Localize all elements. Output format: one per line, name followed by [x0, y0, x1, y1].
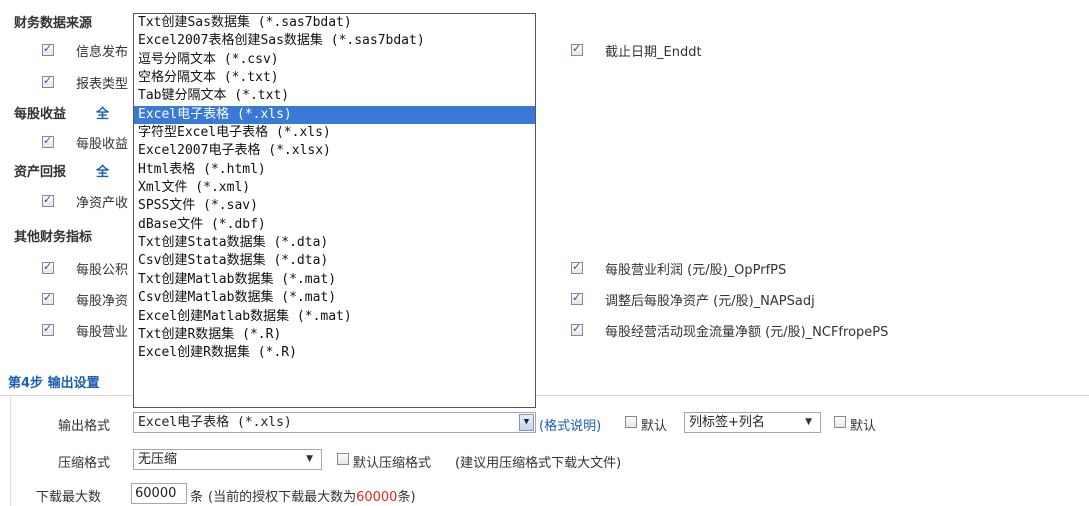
output-format-dropdown-list[interactable]: Txt创建Sas数据集 (*.sas7bdat) Excel2007表格创建Sas…: [133, 13, 536, 408]
chevron-down-icon: ▼: [306, 454, 313, 464]
default-format-checkbox[interactable]: [625, 416, 637, 428]
label-mode-value: 列标签+列名: [689, 415, 765, 430]
checkbox-label: 截止日期_Enddt: [605, 45, 702, 60]
checkbox-label: 每股营业利润 (元/股)_OpPrfPS: [605, 263, 787, 278]
dropdown-option[interactable]: Txt创建Matlab数据集 (*.mat): [134, 271, 535, 289]
checkbox-label: 调整后每股净资产 (元/股)_NAPSadj: [605, 294, 815, 309]
checkbox-eps[interactable]: [42, 134, 54, 148]
checkbox-enddt[interactable]: [571, 42, 583, 56]
output-format-select[interactable]: Excel电子表格 (*.xls) ▼: [133, 412, 536, 433]
checkbox-label: 每股公积: [76, 263, 129, 278]
dropdown-option[interactable]: Excel创建Matlab数据集 (*.mat): [134, 308, 535, 326]
compress-format-label: 压缩格式: [58, 456, 111, 471]
select-all-roa-link[interactable]: 全: [96, 161, 109, 180]
label-mode-select[interactable]: 列标签+列名 ▼: [684, 412, 821, 433]
checkbox-label: 每股净资: [76, 294, 129, 309]
checkbox-label: 每股经营活动现金流量净额 (元/股)_NCFfropePS: [605, 325, 889, 340]
dropdown-option[interactable]: Txt创建Stata数据集 (*.dta): [134, 234, 535, 252]
output-format-value: Excel电子表格 (*.xls): [138, 415, 292, 430]
select-all-eps-link[interactable]: 全: [96, 103, 109, 122]
checkbox-report-type[interactable]: [42, 74, 54, 88]
chevron-down-icon[interactable]: ▼: [519, 414, 534, 431]
dropdown-option[interactable]: Tab键分隔文本 (*.txt): [134, 87, 535, 105]
checkbox-info-publish[interactable]: [42, 42, 54, 56]
section-roa: 资产回报: [14, 165, 67, 180]
checkbox-label: 净资产收: [76, 196, 129, 211]
section-other: 其他财务指标: [14, 230, 93, 245]
dropdown-option[interactable]: Excel电子表格 (*.xls): [134, 105, 535, 125]
checkbox-capital-reserve[interactable]: [42, 260, 54, 274]
compress-format-select[interactable]: 无压缩 ▼: [133, 449, 322, 470]
dropdown-option[interactable]: dBase文件 (*.dbf): [134, 216, 535, 234]
step4-title: 第4步 输出设置: [8, 376, 100, 391]
dropdown-option[interactable]: Xml文件 (*.xml): [134, 179, 535, 197]
compress-hint: (建议用压缩格式下载大文件): [455, 456, 622, 471]
dropdown-option[interactable]: Csv创建Stata数据集 (*.dta): [134, 252, 535, 270]
default-label: 默认: [641, 419, 668, 434]
dropdown-option[interactable]: 字符型Excel电子表格 (*.xls): [134, 124, 535, 142]
default-compress-checkbox[interactable]: [337, 453, 349, 465]
dropdown-option[interactable]: Excel2007表格创建Sas数据集 (*.sas7bdat): [134, 32, 535, 50]
dropdown-option[interactable]: 逗号分隔文本 (*.csv): [134, 51, 535, 69]
checkbox-ncffropeps[interactable]: [571, 322, 583, 336]
checkbox-label: 信息发布: [76, 45, 129, 60]
max-download-label: 下载最大数: [36, 490, 102, 505]
section-financial-source: 财务数据来源: [14, 16, 93, 31]
max-note-number: 60000: [356, 490, 398, 505]
dropdown-option[interactable]: Html表格 (*.html): [134, 161, 535, 179]
dropdown-option[interactable]: Csv创建Matlab数据集 (*.mat): [134, 289, 535, 307]
checkbox-opprfps[interactable]: [571, 260, 583, 274]
format-help-link[interactable]: (格式说明): [539, 415, 601, 434]
compress-format-value: 无压缩: [138, 452, 178, 467]
dropdown-option[interactable]: 空格分隔文本 (*.txt): [134, 69, 535, 87]
dropdown-option[interactable]: Txt创建R数据集 (*.R): [134, 326, 535, 344]
max-note-prefix: (当前的授权下载最大数为: [208, 490, 357, 505]
checkbox-label: 每股收益: [76, 137, 129, 152]
section-eps: 每股收益: [14, 107, 67, 122]
checkbox-label: 每股营业: [76, 325, 129, 340]
dropdown-option[interactable]: Excel创建R数据集 (*.R): [134, 344, 535, 362]
dropdown-option[interactable]: SPSS文件 (*.sav): [134, 197, 535, 215]
chevron-down-icon: ▼: [805, 417, 812, 427]
max-note-suffix: 条): [397, 490, 416, 505]
default-compress-label: 默认压缩格式: [353, 456, 432, 471]
checkbox-roe[interactable]: [42, 193, 54, 207]
dropdown-option[interactable]: Excel2007电子表格 (*.xlsx): [134, 142, 535, 160]
output-format-label: 输出格式: [58, 419, 111, 434]
default-label-checkbox[interactable]: [834, 416, 846, 428]
max-download-input[interactable]: 60000: [131, 483, 187, 504]
checkbox-napsadj[interactable]: [571, 291, 583, 305]
checkbox-op-per-share[interactable]: [42, 322, 54, 336]
max-note: (当前的授权下载最大数为60000条): [208, 486, 416, 505]
dropdown-option[interactable]: Txt创建Sas数据集 (*.sas7bdat): [134, 14, 535, 32]
checkbox-label: 报表类型: [76, 77, 129, 92]
checkbox-naps[interactable]: [42, 291, 54, 305]
default-label: 默认: [850, 419, 877, 434]
unit-label: 条: [190, 490, 204, 505]
